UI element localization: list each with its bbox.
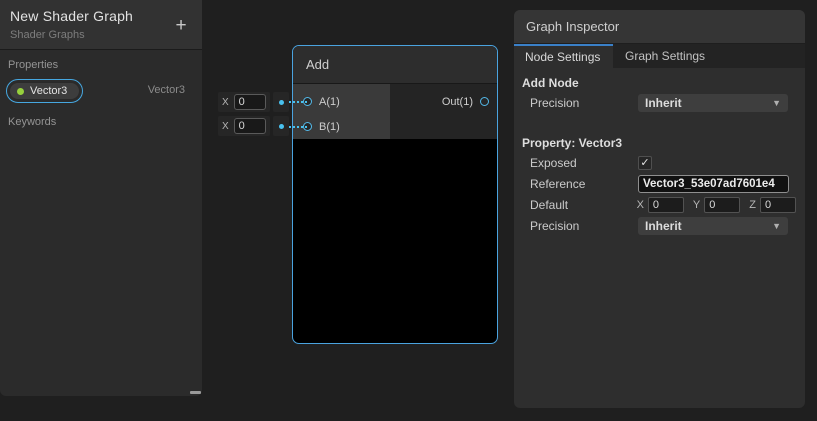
default-y-label: Y <box>693 199 700 211</box>
input-b-port-chip <box>273 116 289 136</box>
graph-title: New Shader Graph <box>10 8 192 24</box>
add-node-section-heading: Add Node <box>522 76 805 90</box>
port-out-connector-icon[interactable] <box>480 97 489 106</box>
exposed-row: Exposed ✓ <box>514 153 805 173</box>
node-precision-dropdown[interactable]: Inherit ▼ <box>638 94 788 112</box>
blackboard-panel: New Shader Graph Shader Graphs + Propert… <box>0 0 202 396</box>
inspector-tab-bar: Node Settings Graph Settings <box>514 44 805 68</box>
input-b-box: X 0 <box>218 116 270 136</box>
inspector-title: Graph Inspector <box>514 10 805 44</box>
property-section-heading: Property: Vector3 <box>522 136 805 150</box>
inspector-content: Add Node Precision Inherit ▼ Property: V… <box>514 68 805 236</box>
input-b-value-widget: X 0 <box>218 116 289 136</box>
default-x-field[interactable]: 0 <box>648 197 684 213</box>
default-row: Default X 0 Y 0 Z 0 <box>514 195 805 215</box>
blackboard-horizontal-scrollbar[interactable] <box>190 391 201 394</box>
property-precision-row: Precision Inherit ▼ <box>514 216 805 236</box>
default-x-label: X <box>637 199 644 211</box>
exposed-label: Exposed <box>530 156 638 170</box>
add-node-titlebar[interactable]: Add <box>293 46 497 84</box>
default-y-field[interactable]: 0 <box>704 197 740 213</box>
tab-node-settings[interactable]: Node Settings <box>514 44 613 68</box>
property-precision-label: Precision <box>530 219 638 233</box>
output-port-out: Out(1) <box>390 89 497 114</box>
add-node[interactable]: Add A(1) B(1) Out(1) <box>292 45 498 344</box>
property-pill-vector3[interactable]: Vector3 <box>6 79 83 103</box>
property-pill-inner[interactable]: Vector3 <box>9 82 80 100</box>
tab-graph-settings[interactable]: Graph Settings <box>613 44 705 68</box>
node-precision-value: Inherit <box>645 96 682 110</box>
reference-label: Reference <box>530 177 638 191</box>
input-b-port-dot-icon[interactable] <box>279 124 284 129</box>
output-ports-column: Out(1) <box>390 84 497 139</box>
chevron-down-icon: ▼ <box>772 221 781 231</box>
edge-a-connection <box>289 101 307 103</box>
property-type-label: Vector3 <box>148 84 185 96</box>
default-label: Default <box>530 198 637 212</box>
chevron-down-icon: ▼ <box>772 98 781 108</box>
default-vector-fields: X 0 Y 0 Z 0 <box>637 197 805 213</box>
input-b-axis-label: X <box>222 121 229 132</box>
edge-b-connection <box>289 126 307 128</box>
keywords-section-label: Keywords <box>8 116 202 128</box>
node-precision-row: Precision Inherit ▼ <box>514 93 805 113</box>
input-a-port-dot-icon[interactable] <box>279 100 284 105</box>
property-pill-label: Vector3 <box>30 85 67 97</box>
property-precision-dropdown[interactable]: Inherit ▼ <box>638 217 788 235</box>
node-precision-label: Precision <box>530 96 638 110</box>
input-a-value-widget: X 0 <box>218 92 289 112</box>
property-dot-icon <box>17 88 24 95</box>
reference-row: Reference Vector3_53e07ad7601e4 <box>514 174 805 194</box>
port-out-label: Out(1) <box>442 96 473 108</box>
properties-section-label: Properties <box>8 59 202 71</box>
default-z-label: Z <box>749 199 756 211</box>
input-a-value-field[interactable]: 0 <box>234 94 266 110</box>
default-z-field[interactable]: 0 <box>760 197 796 213</box>
property-precision-value: Inherit <box>645 219 682 233</box>
input-a-port-chip <box>273 92 289 112</box>
add-property-button[interactable]: + <box>171 16 191 36</box>
input-ports-column: A(1) B(1) <box>293 84 390 139</box>
property-row: Vector3 Vector3 <box>0 79 202 103</box>
input-port-a: A(1) <box>293 89 390 114</box>
input-b-value-field[interactable]: 0 <box>234 118 266 134</box>
graph-inspector-panel: Graph Inspector Node Settings Graph Sett… <box>514 10 805 408</box>
port-b-label: B(1) <box>319 121 340 133</box>
graph-subtitle: Shader Graphs <box>10 29 192 41</box>
port-a-label: A(1) <box>319 96 340 108</box>
exposed-checkbox[interactable]: ✓ <box>638 156 652 170</box>
input-port-b: B(1) <box>293 114 390 139</box>
add-node-ports: A(1) B(1) Out(1) <box>293 84 497 139</box>
input-a-box: X 0 <box>218 92 270 112</box>
blackboard-header: New Shader Graph Shader Graphs + <box>0 0 202 50</box>
input-a-axis-label: X <box>222 97 229 108</box>
reference-field[interactable]: Vector3_53e07ad7601e4 <box>638 175 789 193</box>
